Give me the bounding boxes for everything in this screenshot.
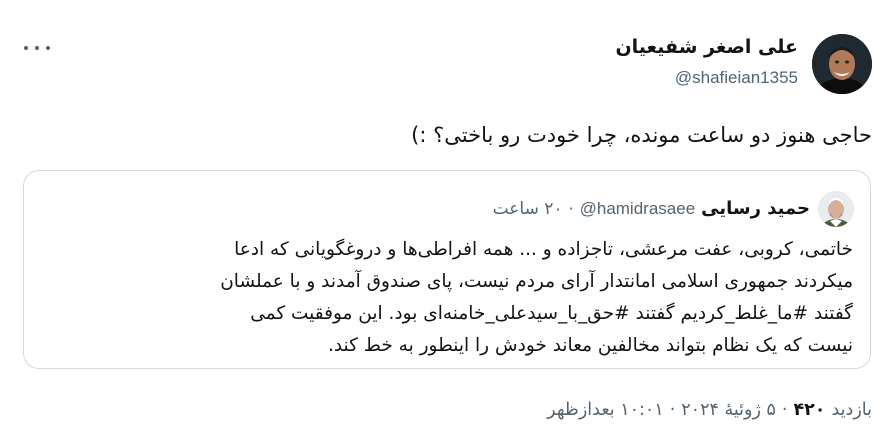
separator-dot: ·	[781, 400, 788, 420]
quoted-text-line: میکردند جمهوری اسلامی امانتدار آرای مردم…	[220, 271, 853, 292]
quoted-tweet[interactable]: حمید رسایی @hamidrasaee · ۲۰ ساعت خاتمی،…	[23, 170, 871, 369]
quoted-text-line: خاتمی، کروبی، عفت مرعشی، تاجزاده و ... ه…	[234, 239, 853, 260]
more-options-button[interactable]	[24, 38, 50, 58]
tweet-time[interactable]: ۱۰:۰۱ بعدازظهر	[547, 400, 664, 420]
separator-dot: ·	[669, 400, 676, 420]
quoted-timestamp[interactable]: ۲۰ ساعت	[493, 199, 563, 219]
quoted-text-line: گفتند #ما_غلط_کردیم گفتند #حق_با_سیدعلی_…	[250, 303, 853, 324]
more-horizontal-icon	[46, 46, 50, 50]
author-avatar[interactable]	[812, 34, 872, 94]
quoted-text: خاتمی، کروبی، عفت مرعشی، تاجزاده و ... ه…	[43, 234, 853, 362]
quoted-author-name[interactable]: حمید رسایی	[701, 198, 810, 219]
tweet: علی اصغر شفیعیان @shafieian1355 حاجی هنو…	[0, 0, 894, 439]
more-horizontal-icon	[24, 46, 28, 50]
quoted-author-handle[interactable]: @hamidrasaee	[580, 199, 696, 219]
views-count: ۴۲۰	[793, 400, 826, 420]
quoted-text-line: نیست که یک نظام بتواند مخالفین معاند خود…	[327, 335, 853, 356]
author-name[interactable]: علی اصغر شفیعیان	[615, 36, 798, 58]
author-handle[interactable]: @shafieian1355	[675, 68, 798, 88]
views-label: بازدید	[831, 400, 872, 420]
tweet-meta: ۱۰:۰۱ بعدازظهر · ۵ ژوئیهٔ ۲۰۲۴ · ۴۲۰ باز…	[547, 400, 872, 420]
tweet-date[interactable]: ۵ ژوئیهٔ ۲۰۲۴	[681, 400, 776, 420]
more-horizontal-icon	[35, 46, 39, 50]
quoted-header: حمید رسایی @hamidrasaee · ۲۰ ساعت	[493, 198, 810, 219]
tweet-text: حاجی هنوز دو ساعت مونده، چرا خودت رو باخ…	[411, 123, 872, 147]
separator-dot: ·	[568, 199, 574, 218]
quoted-author-avatar[interactable]	[818, 191, 854, 227]
